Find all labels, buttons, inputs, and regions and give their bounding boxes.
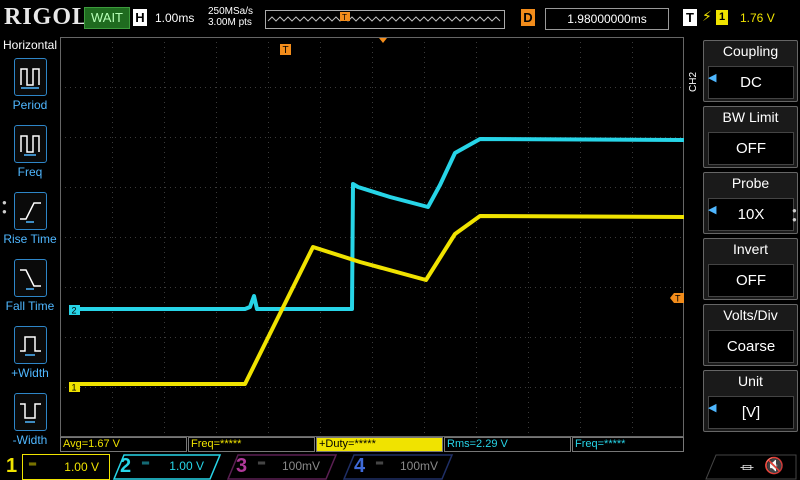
memory-timeline[interactable]: T — [265, 10, 505, 29]
measure-pos-width-label: +Width — [11, 366, 49, 380]
ch1-scale: 1.00 V — [64, 460, 99, 474]
menu-channel-tag: CH2 — [688, 71, 699, 92]
svg-text:T: T — [283, 45, 289, 56]
measure-freq[interactable]: Freq — [0, 125, 60, 189]
usb-icon: ⏛ — [740, 460, 754, 476]
delay-value[interactable]: 1.98000000ms — [545, 8, 669, 30]
rising-edge-icon: ⚡ — [702, 8, 712, 24]
invert-value[interactable]: OFF — [708, 264, 794, 297]
ch4-scale-box[interactable]: ═ 100mV — [370, 454, 448, 478]
dc-coupling-icon: ═ — [29, 459, 37, 470]
pos-width-icon[interactable] — [14, 326, 47, 364]
probe-value[interactable]: 10X — [708, 198, 794, 231]
unit-menu[interactable]: Unit [V] ◀ — [703, 370, 798, 432]
svg-text:2: 2 — [72, 306, 77, 316]
measure-neg-width-label: -Width — [12, 433, 48, 447]
ch1-scale-box[interactable]: ═ 1.00 V — [22, 454, 110, 480]
menu-arrow-icon: ◀ — [708, 72, 717, 84]
trigger-position-marker[interactable]: T — [280, 44, 291, 56]
ch2-offset-marker[interactable]: 2 — [69, 305, 80, 316]
speaker-muted-icon[interactable]: 🔇 — [764, 456, 784, 476]
page-dots-icon: ● ● — [792, 206, 797, 224]
ch2-scale-box[interactable]: ═ 1.00 V — [136, 454, 214, 478]
ch3-number[interactable]: 3 — [236, 455, 247, 478]
trigger-level[interactable]: 1.76 V — [740, 11, 775, 25]
measurement-rms[interactable]: Rms=2.29 V — [444, 437, 571, 452]
measurement-duty[interactable]: +Duty=***** — [316, 437, 443, 452]
measure-pos-width[interactable]: +Width — [0, 326, 60, 390]
delay-label: D — [521, 9, 535, 26]
coupling-menu[interactable]: Coupling DC ◀ — [703, 40, 798, 102]
trigger-label: T — [683, 9, 697, 26]
coupling-value[interactable]: DC — [708, 66, 794, 99]
svg-text:1: 1 — [72, 383, 77, 393]
measure-period-label: Period — [12, 98, 48, 112]
ch4-scale: 100mV — [399, 459, 438, 473]
horizontal-label: H — [133, 9, 147, 26]
freq-icon[interactable] — [14, 125, 47, 163]
measure-fall-time-label: Fall Time — [5, 299, 55, 313]
measure-fall-time[interactable]: Fall Time — [0, 259, 60, 323]
dc-coupling-icon: ═ — [142, 458, 150, 469]
menu-arrow-icon: ◀ — [708, 402, 717, 414]
timebase-value[interactable]: 1.00ms — [155, 11, 194, 25]
invert-menu[interactable]: Invert OFF — [703, 238, 798, 300]
timeline-trigger-text: T — [342, 13, 347, 22]
period-icon[interactable] — [14, 58, 47, 96]
volts-div-value[interactable]: Coarse — [708, 330, 794, 363]
unit-title: Unit — [738, 373, 763, 389]
dc-coupling-icon: ═ — [376, 458, 384, 469]
run-status-badge[interactable]: WAIT — [84, 7, 130, 29]
timeline-waveform: T — [267, 12, 501, 22]
probe-title: Probe — [731, 175, 770, 191]
unit-value[interactable]: [V] — [708, 396, 794, 429]
probe-menu[interactable]: Probe 10X ◀ — [703, 172, 798, 234]
ch1-offset-marker[interactable]: 1 — [69, 382, 80, 393]
bw-limit-menu[interactable]: BW Limit OFF — [703, 106, 798, 168]
measurement-bar: Avg=1.67 V Freq=***** +Duty=***** Rms=2.… — [60, 437, 684, 452]
measure-rise-time-label: Rise Time — [3, 232, 57, 246]
bw-limit-value[interactable]: OFF — [708, 132, 794, 165]
rigol-logo: RIGOL — [4, 4, 90, 30]
ch2-number[interactable]: 2 — [120, 455, 131, 478]
invert-title: Invert — [732, 241, 768, 257]
volts-div-menu[interactable]: Volts/Div Coarse — [703, 304, 798, 366]
measurement-freq-ch1[interactable]: Freq=***** — [188, 437, 315, 452]
memory-depth: 3.00M pts — [208, 17, 252, 28]
ch3-scale: 100mV — [281, 459, 320, 473]
fall-time-icon[interactable] — [14, 259, 47, 297]
acquisition-info: 250MSa/s 3.00M pts — [208, 6, 253, 28]
ch1-number[interactable]: 1 — [6, 455, 17, 478]
measure-neg-width[interactable]: -Width — [0, 393, 60, 457]
menu-arrow-icon: ◀ — [708, 204, 717, 216]
ch3-scale-box[interactable]: ═ 100mV — [252, 454, 330, 478]
measure-freq-label: Freq — [17, 165, 43, 179]
bw-limit-title: BW Limit — [722, 109, 779, 125]
dc-coupling-icon: ═ — [258, 458, 266, 469]
ch4-number[interactable]: 4 — [354, 455, 365, 478]
measure-rise-time[interactable]: Rise Time — [0, 192, 60, 256]
measurement-avg[interactable]: Avg=1.67 V — [60, 437, 187, 452]
ch2-scale: 1.00 V — [169, 459, 204, 473]
trigger-source[interactable]: 1 — [716, 10, 728, 25]
waveform-display[interactable]: T 2 1 T — [60, 37, 684, 437]
measure-period[interactable]: Period — [0, 58, 60, 122]
left-panel-title: Horizontal — [2, 38, 58, 52]
volts-div-title: Volts/Div — [723, 307, 778, 323]
sample-rate: 250MSa/s — [208, 6, 254, 17]
rise-time-icon[interactable] — [14, 192, 47, 230]
svg-text:T: T — [675, 294, 681, 304]
measurement-freq-ch2[interactable]: Freq=***** — [572, 437, 684, 452]
neg-width-icon[interactable] — [14, 393, 47, 431]
coupling-title: Coupling — [722, 43, 779, 59]
